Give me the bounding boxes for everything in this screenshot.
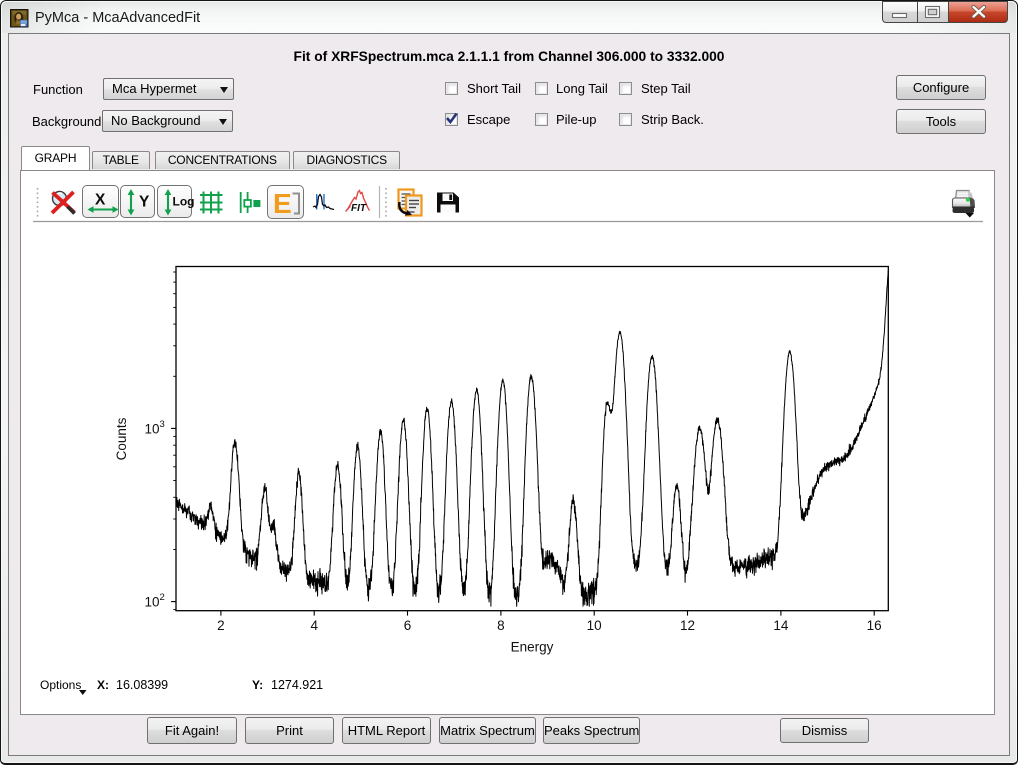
svg-text:14: 14 [773, 618, 789, 633]
svg-text:10: 10 [145, 595, 160, 610]
svg-text:12: 12 [680, 618, 695, 633]
svg-text:3: 3 [160, 419, 165, 430]
svg-text:10: 10 [587, 618, 602, 633]
svg-text:E: E [273, 188, 292, 219]
svg-text:Counts: Counts [114, 417, 129, 460]
svg-text:Y: Y [139, 194, 150, 211]
svg-text:Energy: Energy [511, 640, 554, 655]
svg-text:8: 8 [497, 618, 505, 633]
svg-text:2: 2 [160, 592, 165, 603]
svg-text:4: 4 [310, 618, 318, 633]
svg-text:X: X [95, 192, 106, 209]
svg-text:10: 10 [145, 422, 160, 437]
svg-text:Log: Log [173, 195, 195, 209]
svg-text:2: 2 [217, 618, 225, 633]
svg-text:6: 6 [404, 618, 412, 633]
svg-text:FIT: FIT [351, 203, 367, 214]
svg-text:16: 16 [867, 618, 882, 633]
